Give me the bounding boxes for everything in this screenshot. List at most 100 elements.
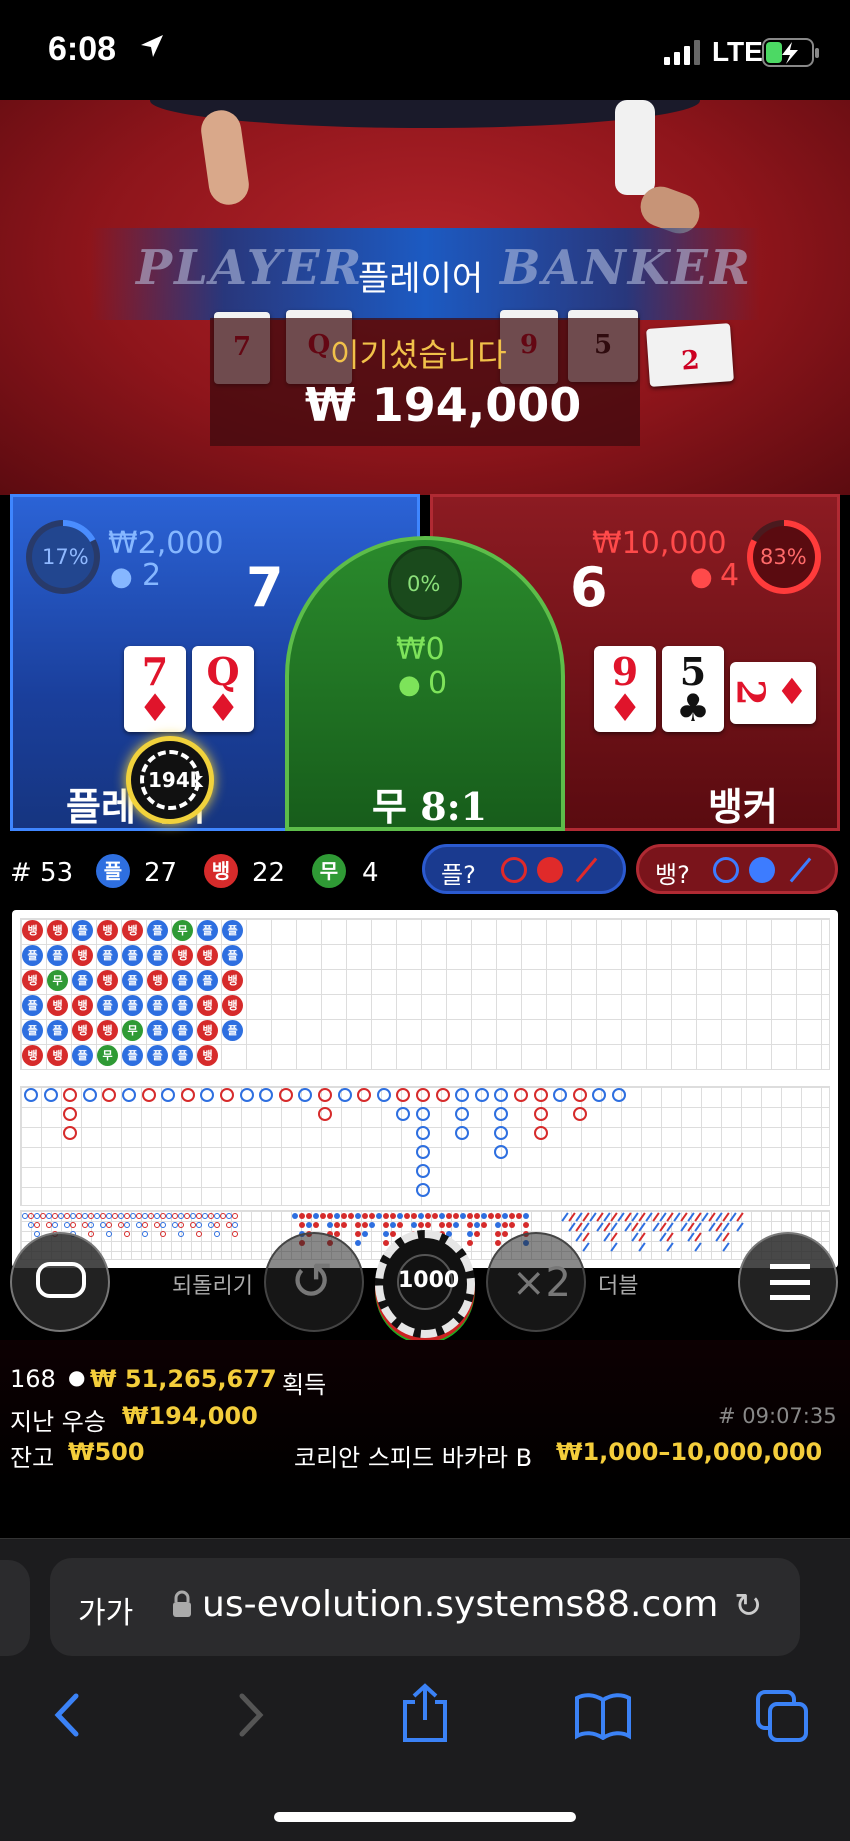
small-road-dot xyxy=(495,1231,501,1237)
small-road-dot xyxy=(348,1213,354,1219)
small-road-dot xyxy=(460,1213,466,1219)
bookmarks-button[interactable] xyxy=(574,1690,632,1744)
small-road-dot xyxy=(411,1213,417,1219)
back-icon xyxy=(54,1693,79,1737)
lobby-button[interactable] xyxy=(10,1232,110,1332)
bead-marker: 플 xyxy=(222,920,243,941)
small-road-dot xyxy=(404,1213,410,1219)
small-road-dot xyxy=(383,1231,389,1237)
small-road-dot xyxy=(474,1231,480,1237)
double-button[interactable]: ×2 xyxy=(486,1232,586,1332)
small-road-dot xyxy=(453,1222,459,1228)
address-bar[interactable]: 가가 us-evolution.systems88.com ↻ xyxy=(50,1558,800,1656)
dealer-sleeve xyxy=(615,100,655,195)
small-road-dot xyxy=(299,1222,305,1228)
bead-marker: 뱅 xyxy=(197,1045,218,1066)
chip-value: 1000 xyxy=(398,1268,460,1293)
placed-chip-value: 194k xyxy=(148,768,204,792)
bettors-icon: ● xyxy=(690,562,713,592)
share-button[interactable] xyxy=(400,1682,450,1748)
small-road-dot xyxy=(481,1213,487,1219)
big-road-marker xyxy=(141,1088,156,1102)
big-road-marker xyxy=(278,1088,293,1102)
small-road-marker xyxy=(196,1231,202,1237)
banker-card-3: 2 ♦ xyxy=(729,662,816,724)
bead-marker: 뱅 xyxy=(47,995,68,1016)
bead-marker: 뱅 xyxy=(122,920,143,941)
small-road-marker xyxy=(160,1231,166,1237)
small-road-dot xyxy=(425,1222,431,1228)
bead-marker: 플 xyxy=(197,920,218,941)
text-size-button[interactable]: 가가 xyxy=(78,1588,133,1632)
last-win: ₩194,000 xyxy=(122,1402,258,1430)
small-road-marker xyxy=(214,1231,220,1237)
bead-marker: 플 xyxy=(147,920,168,941)
forward-button[interactable] xyxy=(230,1690,270,1744)
win-amount: ₩ 194,000 xyxy=(305,378,582,432)
hamburger-icon-mid xyxy=(770,1280,810,1285)
bead-marker: 플 xyxy=(172,970,193,991)
small-road-dot xyxy=(355,1213,361,1219)
small-road-dot xyxy=(502,1231,508,1237)
big-road-marker xyxy=(416,1107,430,1121)
small-road-marker xyxy=(232,1213,238,1219)
red-hoop-icon xyxy=(501,857,527,883)
banker-ask-button[interactable]: 뱅? xyxy=(636,844,838,894)
bead-marker: 플 xyxy=(72,970,93,991)
small-road-marker xyxy=(178,1231,184,1237)
round-timestamp: # 09:07:35 xyxy=(718,1404,837,1428)
bettors-icon: ● xyxy=(398,670,421,700)
red-slash-icon xyxy=(575,857,598,883)
bead-marker: 플 xyxy=(122,970,143,991)
small-road-dot xyxy=(327,1222,333,1228)
small-road-dot xyxy=(523,1222,529,1228)
bead-marker: 뱅 xyxy=(97,1020,118,1041)
small-road-dot xyxy=(467,1213,473,1219)
player-card-2: Q ♦ xyxy=(192,646,254,732)
small-road-dot xyxy=(341,1222,347,1228)
tie-count: 4 xyxy=(362,858,379,888)
tie-count-badge: 무 xyxy=(312,854,346,888)
bead-marker: 뱅 xyxy=(197,1020,218,1041)
dealer-hand-left xyxy=(198,107,252,208)
back-button[interactable] xyxy=(48,1690,88,1744)
player-count: 27 xyxy=(144,858,178,888)
bookmarks-icon xyxy=(575,1693,631,1741)
big-road-marker xyxy=(376,1088,391,1102)
small-road-dot xyxy=(467,1231,473,1237)
small-road-dot xyxy=(334,1222,340,1228)
bead-marker: 플 xyxy=(222,1020,243,1041)
undo-button[interactable]: ↺ xyxy=(264,1232,364,1332)
player-ask-button[interactable]: 플? xyxy=(422,844,626,894)
small-road-marker xyxy=(70,1222,76,1228)
reload-icon[interactable]: ↻ xyxy=(734,1586,763,1626)
banker-card-2: 5 ♣ xyxy=(662,646,724,732)
player-percent: 17% xyxy=(42,545,89,569)
bead-marker: 무 xyxy=(172,920,193,941)
small-road-dot xyxy=(467,1240,473,1246)
total-won: ₩ 51,265,677 xyxy=(90,1365,277,1393)
small-road-dot xyxy=(355,1231,361,1237)
small-road-dot xyxy=(516,1213,522,1219)
big-road-marker xyxy=(239,1088,254,1102)
big-road-marker xyxy=(572,1107,587,1121)
bead-marker: 뱅 xyxy=(197,945,218,966)
big-road-marker xyxy=(337,1088,352,1102)
tabs-button[interactable] xyxy=(754,1688,810,1748)
bead-marker: 플 xyxy=(147,1045,168,1066)
tie-label: 무 8:1 xyxy=(372,784,488,829)
player-ask-label: 플? xyxy=(441,861,476,889)
small-road-dot xyxy=(509,1213,515,1219)
tie-bettors: 0 xyxy=(428,666,448,701)
small-road-dot xyxy=(292,1213,298,1219)
previous-tab-stub[interactable] xyxy=(0,1560,30,1656)
menu-button[interactable] xyxy=(738,1232,838,1332)
scoreboard[interactable]: 뱅플뱅플플뱅뱅플무뱅플뱅플뱅플뱅뱅플뱅플뱅플뱅무뱅플플플무플플플뱅플플플무뱅플플… xyxy=(12,910,838,1268)
small-road-dot xyxy=(383,1213,389,1219)
small-road-marker xyxy=(106,1222,112,1228)
status-bar: 6:08 LTE xyxy=(0,0,850,100)
small-road-dot xyxy=(383,1240,389,1246)
small-road-dot xyxy=(327,1213,333,1219)
small-road-marker xyxy=(196,1222,202,1228)
bead-marker: 무 xyxy=(47,970,68,991)
